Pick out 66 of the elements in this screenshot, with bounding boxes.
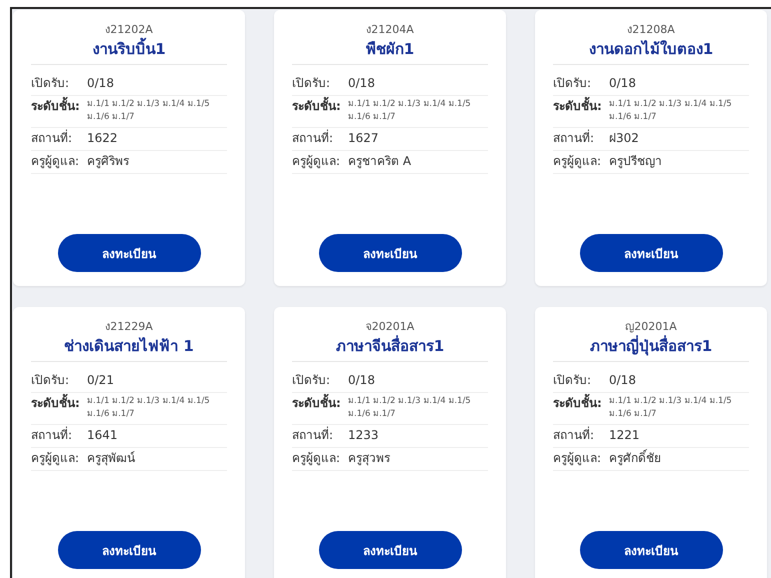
course-title: พืชผัก1 (366, 39, 414, 60)
register-button[interactable]: ลงทะเบียน (58, 234, 200, 272)
course-code: ง21229A (105, 319, 153, 335)
field-label: ระดับชั้น: (292, 98, 344, 115)
course-code: ง21204A (366, 22, 414, 38)
field-label: เปิดรับ: (31, 372, 70, 389)
field-label: ระดับชั้น: (553, 395, 605, 412)
field-value: ม.1/1 ม.1/2 ม.1/3 ม.1/4 ม.1/5 ม.1/6 ม.1/7 (87, 395, 211, 421)
register-button[interactable]: ลงทะเบียน (58, 531, 200, 569)
field-label: เปิดรับ: (292, 75, 332, 92)
field-label: ครูผู้ดูแล: (31, 450, 80, 467)
field-value: 1622 (87, 130, 118, 147)
field-label: ระดับชั้น: (31, 395, 83, 412)
field-label: สถานที่: (31, 130, 74, 147)
field-label: ระดับชั้น: (292, 395, 344, 412)
field-value: ครูสุวพร (348, 450, 390, 467)
field-value: 0/21 (87, 372, 114, 389)
field-value: 0/18 (348, 372, 375, 389)
field-value: ม.1/1 ม.1/2 ม.1/3 ม.1/4 ม.1/5 ม.1/6 ม.1/7 (348, 98, 472, 124)
course-title: ภาษาญี่ปุ่นสื่อสาร1 (590, 335, 712, 357)
field-value: ครูสุพัฒน์ (87, 450, 135, 467)
course-title: งานดอกไม้ใบตอง1 (588, 39, 714, 60)
register-button[interactable]: ลงทะเบียน (318, 531, 462, 569)
field-label: ครูผู้ดูแล: (292, 153, 342, 170)
field-label: สถานที่: (292, 130, 334, 147)
field-value: ครูศิริพร (87, 153, 129, 170)
field-label: สถานที่: (553, 427, 596, 444)
field-value: ม.1/1 ม.1/2 ม.1/3 ม.1/4 ม.1/5 ม.1/6 ม.1/7 (348, 395, 472, 421)
course-code: ง21202A (105, 22, 153, 38)
field-label: เปิดรับ: (31, 75, 70, 92)
register-button[interactable]: ลงทะเบียน (580, 531, 722, 569)
field-value: 1221 (609, 427, 640, 444)
course-title: งานริบบิ้น1 (92, 38, 166, 60)
field-label: ระดับชั้น: (31, 98, 83, 115)
field-label: เปิดรับ: (553, 372, 592, 389)
field-label: ครูผู้ดูแล: (553, 153, 602, 170)
course-code: ง21208A (627, 22, 675, 38)
course-title: ภาษาจีนสื่อสาร1 (336, 335, 444, 357)
field-label: ระดับชั้น: (553, 98, 605, 115)
field-value: 1627 (348, 130, 379, 147)
field-label: สถานที่: (292, 427, 334, 444)
field-label: เปิดรับ: (292, 372, 332, 389)
field-label: ครูผู้ดูแล: (31, 153, 80, 170)
field-label: ครูผู้ดูแล: (292, 450, 342, 467)
field-value: ครูชาคริต A (348, 153, 412, 170)
field-value: ฝ302 (609, 130, 639, 147)
field-label: สถานที่: (553, 130, 596, 147)
course-code: ญ20201A (625, 319, 677, 335)
field-value: 1641 (87, 427, 118, 444)
course-title: ช่างเดินสายไฟฟ้า 1 (64, 336, 194, 357)
register-button[interactable]: ลงทะเบียน (580, 234, 722, 272)
field-value: ม.1/1 ม.1/2 ม.1/3 ม.1/4 ม.1/5 ม.1/6 ม.1/7 (609, 395, 733, 421)
field-value: 0/18 (609, 75, 636, 92)
field-value: 0/18 (609, 372, 636, 389)
field-value: ม.1/1 ม.1/2 ม.1/3 ม.1/4 ม.1/5 ม.1/6 ม.1/7 (87, 98, 211, 124)
field-value: 1233 (348, 427, 379, 444)
field-value: 0/18 (87, 75, 114, 92)
field-value: ครูปรีชญา (609, 153, 662, 170)
field-label: เปิดรับ: (553, 75, 592, 92)
register-button[interactable]: ลงทะเบียน (318, 234, 462, 272)
field-label: ครูผู้ดูแล: (553, 450, 602, 467)
field-label: สถานที่: (31, 427, 74, 444)
field-value: 0/18 (348, 75, 375, 92)
field-value: ม.1/1 ม.1/2 ม.1/3 ม.1/4 ม.1/5 ม.1/6 ม.1/7 (609, 98, 733, 124)
course-code: จ20201A (366, 319, 414, 335)
field-value: ครูศักดิ์ชัย (609, 450, 661, 467)
